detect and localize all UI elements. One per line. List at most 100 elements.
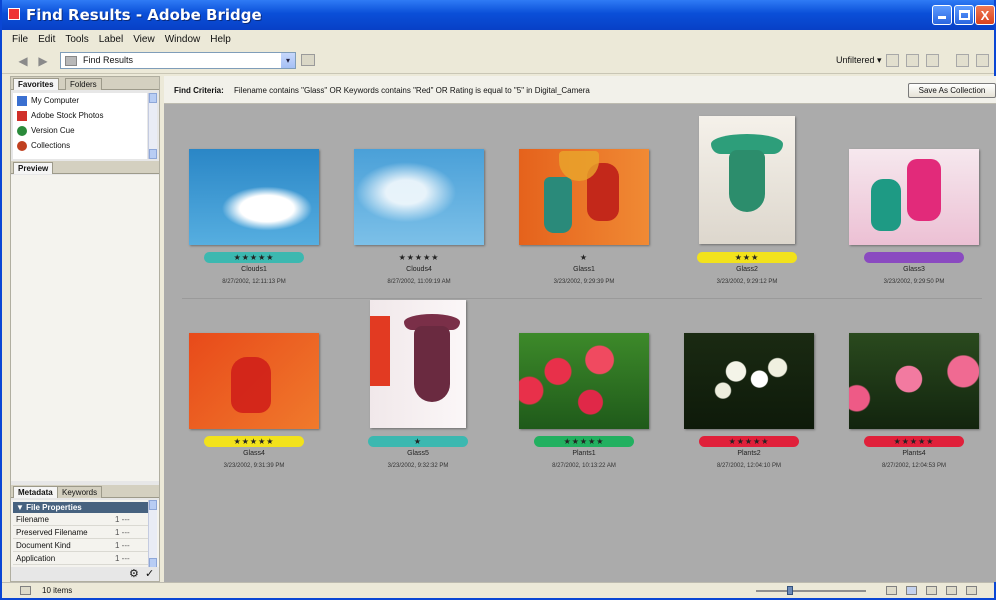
chevron-down-icon[interactable]: ▾: [281, 53, 295, 68]
rating-label-bar[interactable]: [864, 252, 964, 263]
clouds1-image[interactable]: [189, 149, 319, 245]
metadata-scrollbar[interactable]: [148, 500, 157, 568]
scroll-up-icon[interactable]: [149, 93, 157, 103]
close-button[interactable]: X: [975, 5, 995, 25]
file-name: Plants4: [902, 450, 926, 457]
file-date: 8/27/2002, 10:13:22 AM: [552, 463, 616, 469]
back-arrow-icon[interactable]: ◀: [16, 55, 30, 67]
file-name: Glass5: [407, 450, 429, 457]
favorite-adobe-stock-photos[interactable]: Adobe Stock Photos: [13, 108, 147, 123]
tab-favorites[interactable]: Favorites: [13, 78, 59, 90]
versions-view-icon[interactable]: [966, 586, 977, 595]
glass2-image[interactable]: [699, 116, 795, 244]
file-name: Glass3: [903, 266, 925, 273]
rating-label-bar[interactable]: ★★★★★: [864, 436, 964, 447]
filter-menu[interactable]: Unfiltered ▾: [836, 55, 882, 66]
rating-label-bar[interactable]: ★★★★★: [204, 436, 304, 447]
glass5-image[interactable]: [370, 300, 466, 428]
row-divider: [182, 298, 982, 299]
menu-tools[interactable]: Tools: [65, 34, 88, 45]
thumbnail-view-icon[interactable]: [906, 586, 917, 595]
new-folder-icon[interactable]: [886, 54, 899, 67]
file-date: 8/27/2002, 12:11:13 PM: [222, 279, 286, 285]
red-glass-edge-shape: [370, 316, 390, 386]
stock-photos-icon: [17, 110, 27, 121]
tab-folders[interactable]: Folders: [65, 78, 102, 90]
filmstrip-view-icon[interactable]: [926, 586, 937, 595]
file-date: 3/23/2002, 9:32:32 PM: [387, 463, 449, 469]
plants2-image[interactable]: [684, 333, 814, 429]
glass3-image[interactable]: [849, 149, 979, 245]
metadata-options-icon[interactable]: ⚙: [129, 567, 139, 580]
menu-view[interactable]: View: [133, 34, 155, 45]
save-as-collection-button[interactable]: Save As Collection: [908, 83, 996, 98]
tab-metadata[interactable]: Metadata: [13, 486, 58, 498]
details-view-icon[interactable]: [946, 586, 957, 595]
computer-icon: [17, 95, 27, 106]
slider-handle[interactable]: [787, 586, 793, 595]
scroll-down-icon[interactable]: [149, 149, 157, 159]
rating-stars[interactable]: ★★★★★: [369, 252, 469, 263]
rating-stars[interactable]: ★: [534, 252, 634, 263]
rating-label-bar[interactable]: ★: [368, 436, 468, 447]
find-criteria-text: Filename contains "Glass" OR Keywords co…: [234, 86, 590, 95]
file-date: 8/27/2002, 12:04:10 PM: [716, 463, 782, 469]
thumbnail-size-slider[interactable]: [756, 590, 866, 592]
file-properties-header[interactable]: ▼ File Properties: [13, 502, 149, 513]
scroll-up-icon[interactable]: [149, 500, 157, 510]
rotate-left-icon[interactable]: [906, 54, 919, 67]
menu-window[interactable]: Window: [165, 34, 201, 45]
minimize-icon: [938, 16, 946, 19]
file-name: Clouds4: [406, 266, 432, 273]
left-panel: Favorites Folders My Computer Adobe Stoc…: [10, 76, 160, 582]
plum-vase-shape: [414, 326, 450, 402]
plants1-image[interactable]: [519, 333, 649, 429]
minimize-button[interactable]: [932, 5, 952, 25]
green-vase-shape: [729, 150, 765, 212]
file-date: 3/23/2002, 9:29:12 PM: [716, 279, 778, 285]
file-date: 3/23/2002, 9:29:39 PM: [553, 279, 615, 285]
menu-label[interactable]: Label: [99, 34, 123, 45]
rating-label-bar[interactable]: ★★★★★: [699, 436, 799, 447]
content-area: Find Criteria: Filename contains "Glass"…: [164, 76, 996, 582]
location-dropdown[interactable]: Find Results ▾: [60, 52, 296, 69]
file-name: Plants2: [737, 450, 761, 457]
metadata-label: Filename: [16, 515, 49, 524]
rating-label-bar[interactable]: ★★★★★: [204, 252, 304, 263]
file-date: 8/27/2002, 11:09:19 AM: [387, 279, 451, 285]
file-name: Plants1: [572, 450, 596, 457]
favorite-collections[interactable]: Collections: [13, 138, 147, 153]
favorites-scrollbar[interactable]: [148, 93, 157, 159]
glass1-image[interactable]: [519, 149, 649, 245]
metadata-label: Application: [16, 554, 56, 563]
plants4-image[interactable]: [849, 333, 979, 429]
metadata-tabstrip: Metadata Keywords: [11, 485, 159, 498]
small-thumbnail-icon[interactable]: [886, 586, 897, 595]
menu-file[interactable]: File: [12, 34, 28, 45]
favorite-label: Adobe Stock Photos: [31, 111, 104, 120]
tab-keywords[interactable]: Keywords: [57, 486, 103, 498]
glass4-image[interactable]: [189, 333, 319, 429]
menu-edit[interactable]: Edit: [38, 34, 55, 45]
rating-label-bar[interactable]: ★★★: [697, 252, 797, 263]
favorite-my-computer[interactable]: My Computer: [13, 93, 147, 108]
metadata-row: Preserved Filename 1 ---: [13, 527, 149, 539]
rotate-right-icon[interactable]: [926, 54, 939, 67]
title-bar[interactable]: Find Results - Adobe Bridge X: [2, 0, 995, 30]
favorite-version-cue[interactable]: Version Cue: [13, 123, 147, 138]
toggle-panels-icon[interactable]: [20, 586, 31, 595]
rating-label-bar[interactable]: ★★★★★: [534, 436, 634, 447]
go-up-icon[interactable]: [301, 54, 315, 66]
metadata-value: 1 ---: [115, 515, 130, 524]
tab-preview[interactable]: Preview: [13, 162, 54, 174]
clouds4-image[interactable]: [354, 149, 484, 245]
delete-icon[interactable]: [956, 54, 969, 67]
find-criteria-bar: Find Criteria: Filename contains "Glass"…: [164, 76, 996, 104]
forward-arrow-icon[interactable]: ▶: [36, 55, 50, 67]
menu-help[interactable]: Help: [210, 34, 231, 45]
pink-pitcher-shape: [907, 159, 941, 221]
compact-mode-icon[interactable]: [976, 54, 989, 67]
apply-checkmark-icon[interactable]: ✓: [145, 567, 154, 580]
version-cue-icon: [17, 125, 27, 136]
maximize-button[interactable]: [954, 5, 974, 25]
